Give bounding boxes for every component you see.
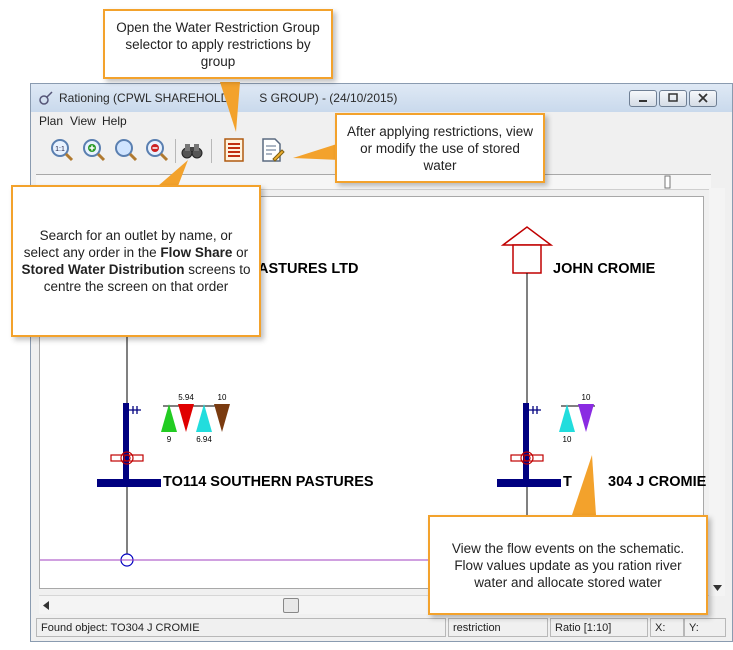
zoom-in-button[interactable]: [81, 137, 107, 163]
water-restriction-group-button[interactable]: [221, 137, 247, 163]
callout-group-selector-text: Open the Water Restriction Group selecto…: [116, 19, 320, 69]
callout-group-selector: Open the Water Restriction Group selecto…: [103, 9, 333, 79]
status-bar: Found object: TO304 J CROMIE restriction…: [36, 618, 726, 638]
maximize-button[interactable]: [659, 90, 687, 107]
status-ratio: Ratio [1:10]: [550, 618, 648, 637]
zoom-actual-label: 1:1: [55, 146, 65, 153]
vertical-scrollbar[interactable]: [709, 188, 725, 596]
close-button[interactable]: [689, 90, 717, 107]
callout-flow-events: View the flow events on the schematic. F…: [428, 515, 708, 615]
scroll-down-arrow-icon[interactable]: [713, 585, 722, 591]
status-message: Found object: TO304 J CROMIE: [36, 618, 446, 637]
status-x: X:: [650, 618, 684, 637]
toolbar-separator: [211, 139, 212, 163]
scroll-left-arrow-icon[interactable]: [43, 601, 49, 610]
callout-flow-events-text: View the flow events on the schematic. F…: [451, 540, 685, 590]
title-bar: Rationing (CPWL SHAREHOLD S GROUP) - (24/…: [31, 84, 732, 112]
menu-view[interactable]: View: [70, 114, 96, 128]
callout-search: Search for an outlet by name, or select …: [11, 185, 261, 337]
horizontal-scroll-thumb[interactable]: [283, 598, 299, 613]
window-title: Rationing (CPWL SHAREHOLD S GROUP) - (24/…: [59, 91, 398, 105]
zoom-actual-size-button[interactable]: 1:1: [49, 137, 75, 163]
menu-plan[interactable]: Plan: [39, 114, 63, 128]
callout-search-text: Search for an outlet by name, or select …: [21, 228, 251, 294]
toolbar-separator: [175, 139, 176, 163]
ruler-slider-handle[interactable]: [664, 175, 672, 189]
zoom-out-button[interactable]: [144, 137, 170, 163]
status-mode: restriction: [448, 618, 548, 637]
stored-water-button[interactable]: [259, 137, 285, 163]
minimize-icon: [639, 100, 647, 102]
zoom-fit-button[interactable]: [113, 137, 139, 163]
binoculars-search-button[interactable]: [179, 137, 205, 163]
callout-stored-water: After applying restrictions, view or mod…: [335, 113, 545, 183]
status-y: Y:: [684, 618, 726, 637]
callout-stored-water-text: After applying restrictions, view or mod…: [346, 123, 534, 173]
maximize-icon: [668, 93, 678, 102]
close-icon: [698, 93, 708, 103]
minimize-button[interactable]: [629, 90, 657, 107]
menu-help[interactable]: Help: [102, 114, 127, 128]
app-icon: [39, 91, 53, 105]
